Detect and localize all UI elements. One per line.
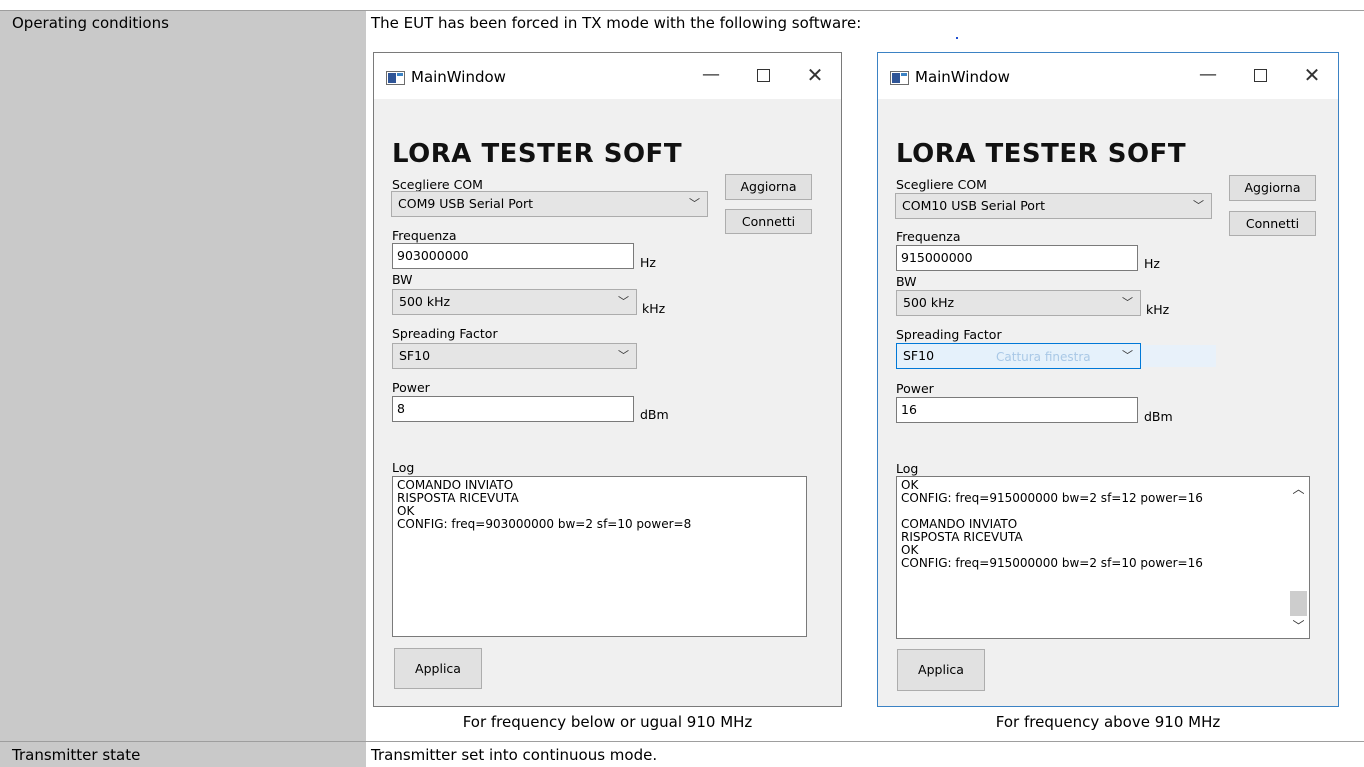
connect-button[interactable]: Connetti [725,209,812,234]
apply-button[interactable]: Applica [394,648,482,689]
window-titlebar: MainWindow — ✕ [374,53,841,99]
bw-label: BW [896,274,917,289]
main-window-high-freq: MainWindow — ✕ LORA TESTER SOFT Sceglier… [877,52,1339,707]
operating-conditions-label-cell: Operating conditions [0,10,366,741]
operating-conditions-label: Operating conditions [12,14,169,32]
app-heading: LORA TESTER SOFT [896,139,1187,169]
apply-button[interactable]: Applica [897,649,985,691]
frequency-label: Frequenza [392,228,457,243]
maximize-button[interactable] [743,61,783,89]
bw-select-value: 500 kHz [903,295,955,310]
log-line: RISPOSTA RICEVUTA [901,530,1023,544]
com-select[interactable]: COM9 USB Serial Port ﹀ [391,191,708,217]
transmitter-state-text: Transmitter set into continuous mode. [371,746,658,764]
chevron-down-icon: ﹀ [618,295,629,308]
main-window-low-freq: MainWindow — ✕ LORA TESTER SOFT Sceglier… [373,52,842,707]
window-title: MainWindow [411,68,506,86]
frequency-unit: Hz [640,255,656,270]
log-label: Log [896,461,919,476]
transmitter-state-content-cell: Transmitter set into continuous mode. [366,741,1364,767]
caption-high-freq: For frequency above 910 MHz [995,713,1221,731]
log-scrollbar[interactable]: ︿ ﹀ [1288,477,1309,638]
caption-low-freq: For frequency below or ugual 910 MHz [462,713,753,731]
spreading-factor-value: SF10 [399,348,431,363]
app-window-icon [386,71,405,85]
power-unit: dBm [1144,409,1173,424]
power-label: Power [896,381,934,396]
power-label: Power [392,380,430,395]
app-heading: LORA TESTER SOFT [392,139,683,169]
chevron-down-icon: ﹀ [1193,199,1204,212]
log-line: CONFIG: freq=903000000 bw=2 sf=10 power=… [397,517,692,531]
scroll-up-icon[interactable]: ︿ [1288,479,1309,499]
frequency-input[interactable]: 915000000 [896,245,1138,271]
log-line: RISPOSTA RICEVUTA [397,491,519,505]
app-window-icon [890,71,909,85]
spreading-factor-label: Spreading Factor [392,326,498,341]
maximize-icon [1253,68,1267,82]
spreading-factor-label: Spreading Factor [896,327,1002,342]
com-select-value: COM9 USB Serial Port [398,196,534,211]
minimize-button[interactable]: — [691,61,731,89]
transmitter-state-label: Transmitter state [12,746,141,764]
refresh-button[interactable]: Aggiorna [1229,175,1316,201]
transmitter-state-label-cell: Transmitter state [0,741,366,767]
spreading-factor-value: SF10 [903,348,935,363]
power-input[interactable]: 8 [392,396,634,422]
bw-label: BW [392,272,413,287]
frequency-unit: Hz [1144,256,1160,271]
log-textarea[interactable]: OK CONFIG: freq=915000000 bw=2 sf=12 pow… [896,476,1310,639]
power-unit: dBm [640,407,669,422]
com-select-value: COM10 USB Serial Port [902,198,1045,213]
bw-select-value: 500 kHz [399,294,451,309]
scroll-down-icon[interactable]: ﹀ [1288,616,1309,636]
frequency-input[interactable]: 903000000 [392,243,634,269]
maximize-icon [756,68,770,82]
refresh-button[interactable]: Aggiorna [725,174,812,200]
scroll-thumb[interactable] [1290,591,1307,616]
maximize-button[interactable] [1240,61,1280,89]
close-button[interactable]: ✕ [1292,61,1332,89]
bw-select[interactable]: 500 kHz ﹀ [392,289,637,315]
window-title: MainWindow [915,68,1010,86]
chevron-down-icon: ﹀ [1122,296,1133,309]
log-textarea[interactable]: COMANDO INVIATO RISPOSTA RICEVUTA OK CON… [392,476,807,637]
chevron-down-icon: ﹀ [618,349,629,362]
spreading-factor-select[interactable]: SF10 ﹀ [392,343,637,369]
com-select[interactable]: COM10 USB Serial Port ﹀ [895,193,1212,219]
bw-unit: kHz [642,301,666,316]
close-button[interactable]: ✕ [795,61,835,89]
chevron-down-icon: ﹀ [1122,349,1133,362]
power-input[interactable]: 16 [896,397,1138,423]
bw-unit: kHz [1146,302,1170,317]
window-titlebar: MainWindow — ✕ [878,53,1338,99]
com-label: Scegliere COM [392,177,483,192]
chevron-down-icon: ﹀ [689,197,700,210]
log-label: Log [392,460,415,475]
capture-window-ghost-text: Cattura finestra [996,350,1091,364]
log-line: CONFIG: freq=915000000 bw=2 sf=12 power=… [901,491,1203,505]
minimize-button[interactable]: — [1188,61,1228,89]
com-label: Scegliere COM [896,177,987,192]
operating-conditions-text: The EUT has been forced in TX mode with … [371,14,862,32]
connect-button[interactable]: Connetti [1229,211,1316,236]
blue-dot-mark [956,37,958,39]
log-line: CONFIG: freq=915000000 bw=2 sf=10 power=… [901,556,1203,570]
frequency-label: Frequenza [896,229,961,244]
bw-select[interactable]: 500 kHz ﹀ [896,290,1141,316]
